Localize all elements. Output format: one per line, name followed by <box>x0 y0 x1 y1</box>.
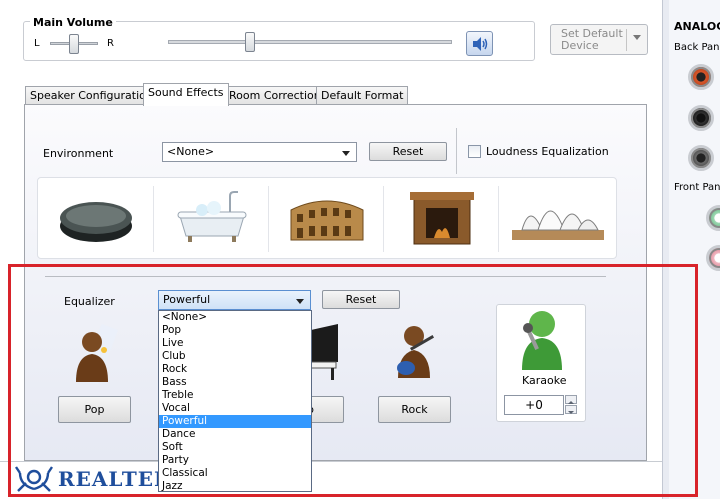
environment-select-value: <None> <box>167 145 215 158</box>
front-panel-label: Front Panel <box>674 182 720 193</box>
opera-house-icon[interactable] <box>500 178 615 258</box>
tab-default-format[interactable]: Default Format <box>316 86 409 105</box>
equalizer-select[interactable]: Powerful <box>158 290 311 310</box>
orange-jack-icon[interactable] <box>688 64 714 90</box>
rock-preset-button[interactable]: Rock <box>378 396 451 423</box>
spin-down-button[interactable] <box>565 405 577 414</box>
volume-slider-track[interactable] <box>168 40 452 44</box>
divider <box>498 186 499 252</box>
dropdown-option[interactable]: Vocal <box>159 402 311 415</box>
pop-singer-icon[interactable] <box>62 320 124 388</box>
karaoke-pitch-value[interactable]: +0 <box>504 395 564 415</box>
dropdown-divider <box>626 29 627 51</box>
balance-slider-thumb[interactable] <box>69 34 79 54</box>
environment-reset-button[interactable]: Reset <box>369 142 447 161</box>
dropdown-option[interactable]: Classical <box>159 467 311 480</box>
main-volume-title: Main Volume <box>30 16 116 29</box>
dropdown-option[interactable]: Rock <box>159 363 311 376</box>
black-jack-icon[interactable] <box>688 105 714 131</box>
karaoke-singer-icon[interactable] <box>514 306 568 372</box>
equalizer-label: Equalizer <box>64 295 115 308</box>
dropdown-option[interactable]: <None> <box>159 311 311 324</box>
volume-slider-thumb[interactable] <box>245 32 255 52</box>
karaoke-label: Karaoke <box>522 374 567 387</box>
stone-icon[interactable] <box>38 178 153 258</box>
equalizer-reset-button[interactable]: Reset <box>322 290 400 309</box>
realtek-brand: REALTEK <box>58 467 173 491</box>
dropdown-option[interactable]: Powerful <box>159 415 311 428</box>
balance-right-label: R <box>107 38 114 49</box>
equalizer-select-value: Powerful <box>163 293 211 306</box>
chevron-down-icon <box>296 299 304 304</box>
environment-label: Environment <box>43 147 114 160</box>
set-default-device-label: Set Default Device <box>561 27 623 52</box>
chevron-down-icon <box>342 151 350 156</box>
dropdown-option[interactable]: Party <box>159 454 311 467</box>
loudness-equalization-label: Loudness Equalization <box>486 145 609 158</box>
spin-up-button[interactable] <box>565 395 577 404</box>
pop-preset-button[interactable]: Pop <box>58 396 131 423</box>
dropdown-option[interactable]: Club <box>159 350 311 363</box>
arrow-down-icon <box>568 411 574 414</box>
environment-select[interactable]: <None> <box>162 142 357 162</box>
dropdown-option[interactable]: Live <box>159 337 311 350</box>
tab-sound-effects[interactable]: Sound Effects <box>143 83 229 106</box>
loudness-equalization-checkbox[interactable] <box>468 145 481 158</box>
back-panel-label: Back Panel <box>674 42 720 53</box>
set-default-device-button[interactable]: Set Default Device <box>550 24 648 55</box>
rock-guitarist-icon[interactable] <box>386 318 446 384</box>
dropdown-option[interactable]: Jazz <box>159 480 311 491</box>
tab-room-correction[interactable]: Room Correction <box>224 86 326 105</box>
dropdown-option[interactable]: Dance <box>159 428 311 441</box>
dropdown-option[interactable]: Treble <box>159 389 311 402</box>
gray-jack-icon[interactable] <box>688 145 714 171</box>
speaker-icon <box>472 36 487 51</box>
analog-title: ANALOG <box>674 20 720 33</box>
mute-button[interactable] <box>466 31 493 56</box>
equalizer-dropdown-list[interactable]: <None> Pop Live Club Rock Bass Treble Vocal Powe… <box>158 310 312 492</box>
balance-left-label: L <box>34 38 40 49</box>
dropdown-option[interactable]: Pop <box>159 324 311 337</box>
dropdown-option[interactable]: Soft <box>159 441 311 454</box>
tab-speaker-configuration[interactable]: Speaker Configuration <box>25 86 158 105</box>
divider <box>456 128 457 174</box>
section-divider <box>45 276 606 277</box>
bathtub-icon[interactable] <box>154 178 269 258</box>
dropdown-option[interactable]: Bass <box>159 376 311 389</box>
colosseum-icon[interactable] <box>269 178 384 258</box>
chevron-down-icon[interactable] <box>633 35 641 40</box>
realtek-crab-logo-icon <box>14 463 54 495</box>
fireplace-icon[interactable] <box>384 178 499 258</box>
